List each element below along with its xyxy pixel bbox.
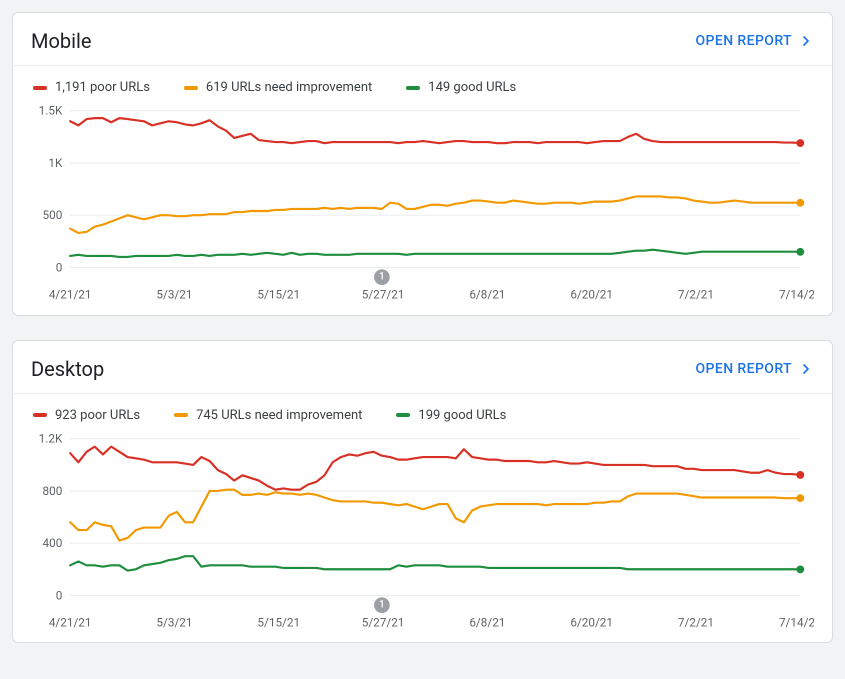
open-report-label: OPEN REPORT xyxy=(696,33,792,49)
open-report-button[interactable]: OPEN REPORT xyxy=(696,361,814,377)
svg-text:5/15/21: 5/15/21 xyxy=(257,288,300,302)
svg-text:7/14/21: 7/14/21 xyxy=(779,288,814,302)
mobile-chart: 0 500 1K 1.5K 4/21/21 5/3/21 5/15/21 5/27/21 6/8… xyxy=(31,101,814,307)
legend-label-need: 619 URLs need improvement xyxy=(206,80,372,95)
open-report-button[interactable]: OPEN REPORT xyxy=(696,33,814,49)
swatch-good xyxy=(396,413,410,417)
svg-text:1.5K: 1.5K xyxy=(39,104,63,118)
card-title: Desktop xyxy=(31,357,104,381)
legend-item-good: 199 good URLs xyxy=(396,408,506,423)
chevron-right-icon xyxy=(798,33,814,49)
card-header: Mobile OPEN REPORT xyxy=(31,29,814,53)
svg-text:6/20/21: 6/20/21 xyxy=(570,615,613,629)
svg-text:0: 0 xyxy=(56,588,63,602)
swatch-need xyxy=(184,86,198,90)
svg-text:6/20/21: 6/20/21 xyxy=(570,288,613,302)
swatch-good xyxy=(406,86,420,90)
legend-label-need: 745 URLs need improvement xyxy=(196,408,362,423)
svg-text:7/14/21: 7/14/21 xyxy=(779,615,814,629)
legend-label-good: 149 good URLs xyxy=(428,80,516,95)
svg-text:1: 1 xyxy=(379,272,385,283)
svg-text:5/3/21: 5/3/21 xyxy=(156,288,192,302)
svg-text:7/2/21: 7/2/21 xyxy=(678,288,714,302)
legend-item-poor: 923 poor URLs xyxy=(33,408,140,423)
svg-text:5/27/21: 5/27/21 xyxy=(362,288,405,302)
swatch-poor xyxy=(33,86,47,90)
legend-item-need: 745 URLs need improvement xyxy=(174,408,362,423)
divider xyxy=(13,65,832,66)
svg-text:4/21/21: 4/21/21 xyxy=(49,288,92,302)
legend-item-poor: 1,191 poor URLs xyxy=(33,80,150,95)
chart-svg: 0 400 800 1.2K 4/21/21 5/3/21 5/15/21 5/27/21 6/… xyxy=(31,429,814,635)
svg-text:1.2K: 1.2K xyxy=(39,431,63,445)
chart-legend: 1,191 poor URLs 619 URLs need improvemen… xyxy=(31,80,814,95)
chart-svg: 0 500 1K 1.5K 4/21/21 5/3/21 5/15/21 5/27/21 6/8… xyxy=(31,101,814,307)
legend-item-need: 619 URLs need improvement xyxy=(184,80,372,95)
svg-text:6/8/21: 6/8/21 xyxy=(469,615,505,629)
svg-text:4/21/21: 4/21/21 xyxy=(49,615,92,629)
divider xyxy=(13,393,832,394)
legend-label-good: 199 good URLs xyxy=(418,408,506,423)
chevron-right-icon xyxy=(798,361,814,377)
svg-text:500: 500 xyxy=(43,208,63,222)
svg-text:6/8/21: 6/8/21 xyxy=(469,288,505,302)
svg-text:1K: 1K xyxy=(48,156,63,170)
svg-text:400: 400 xyxy=(43,536,63,550)
legend-label-poor: 923 poor URLs xyxy=(55,408,140,423)
swatch-poor xyxy=(33,413,47,417)
svg-text:5/27/21: 5/27/21 xyxy=(362,615,405,629)
card-title: Mobile xyxy=(31,29,91,53)
card-header: Desktop OPEN REPORT xyxy=(31,357,814,381)
svg-text:800: 800 xyxy=(43,483,63,497)
svg-text:1: 1 xyxy=(379,599,385,610)
svg-text:5/15/21: 5/15/21 xyxy=(257,615,300,629)
swatch-need xyxy=(174,413,188,417)
legend-item-good: 149 good URLs xyxy=(406,80,516,95)
desktop-chart: 0 400 800 1.2K 4/21/21 5/3/21 5/15/21 5/27/21 6/… xyxy=(31,429,814,635)
svg-text:5/3/21: 5/3/21 xyxy=(156,615,192,629)
svg-text:7/2/21: 7/2/21 xyxy=(678,615,714,629)
desktop-card: Desktop OPEN REPORT 923 poor URLs 745 UR… xyxy=(12,340,833,644)
mobile-card: Mobile OPEN REPORT 1,191 poor URLs 619 U… xyxy=(12,12,833,316)
chart-legend: 923 poor URLs 745 URLs need improvement … xyxy=(31,408,814,423)
legend-label-poor: 1,191 poor URLs xyxy=(55,80,150,95)
open-report-label: OPEN REPORT xyxy=(696,361,792,377)
svg-text:0: 0 xyxy=(56,260,63,274)
